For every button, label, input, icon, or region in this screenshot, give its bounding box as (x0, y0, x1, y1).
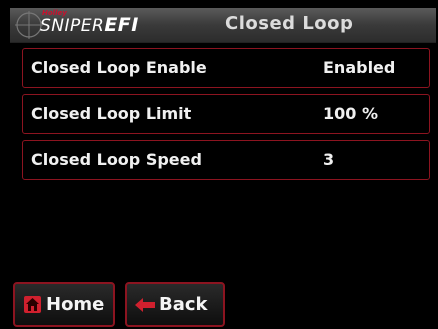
page-title: Closed Loop (225, 13, 354, 34)
setting-label: Closed Loop Limit (31, 104, 192, 123)
home-button[interactable]: Home (13, 282, 115, 327)
brand-logo: Holley SNIPEREFI (10, 8, 210, 42)
back-button[interactable]: Back (125, 282, 225, 327)
brand-efi-text: EFI (104, 14, 139, 36)
setting-label: Closed Loop Enable (31, 58, 207, 77)
screen: Holley SNIPEREFI Closed Loop Closed Loop… (0, 0, 438, 329)
home-icon (24, 296, 41, 313)
header-bar: Holley SNIPEREFI Closed Loop (10, 8, 436, 43)
home-button-label: Home (46, 294, 105, 315)
brand-sniper-text: SNIPER (40, 16, 105, 36)
setting-value: 3 (323, 150, 335, 169)
setting-row-closed-loop-speed[interactable]: Closed Loop Speed 3 (22, 140, 430, 180)
back-button-label: Back (159, 294, 208, 315)
setting-label: Closed Loop Speed (31, 150, 202, 169)
setting-value: Enabled (323, 58, 396, 77)
setting-row-closed-loop-enable[interactable]: Closed Loop Enable Enabled (22, 48, 430, 88)
setting-value: 100 % (323, 104, 378, 123)
setting-row-closed-loop-limit[interactable]: Closed Loop Limit 100 % (22, 94, 430, 134)
arrow-left-icon (135, 298, 155, 312)
brand-name: SNIPEREFI (40, 14, 139, 36)
